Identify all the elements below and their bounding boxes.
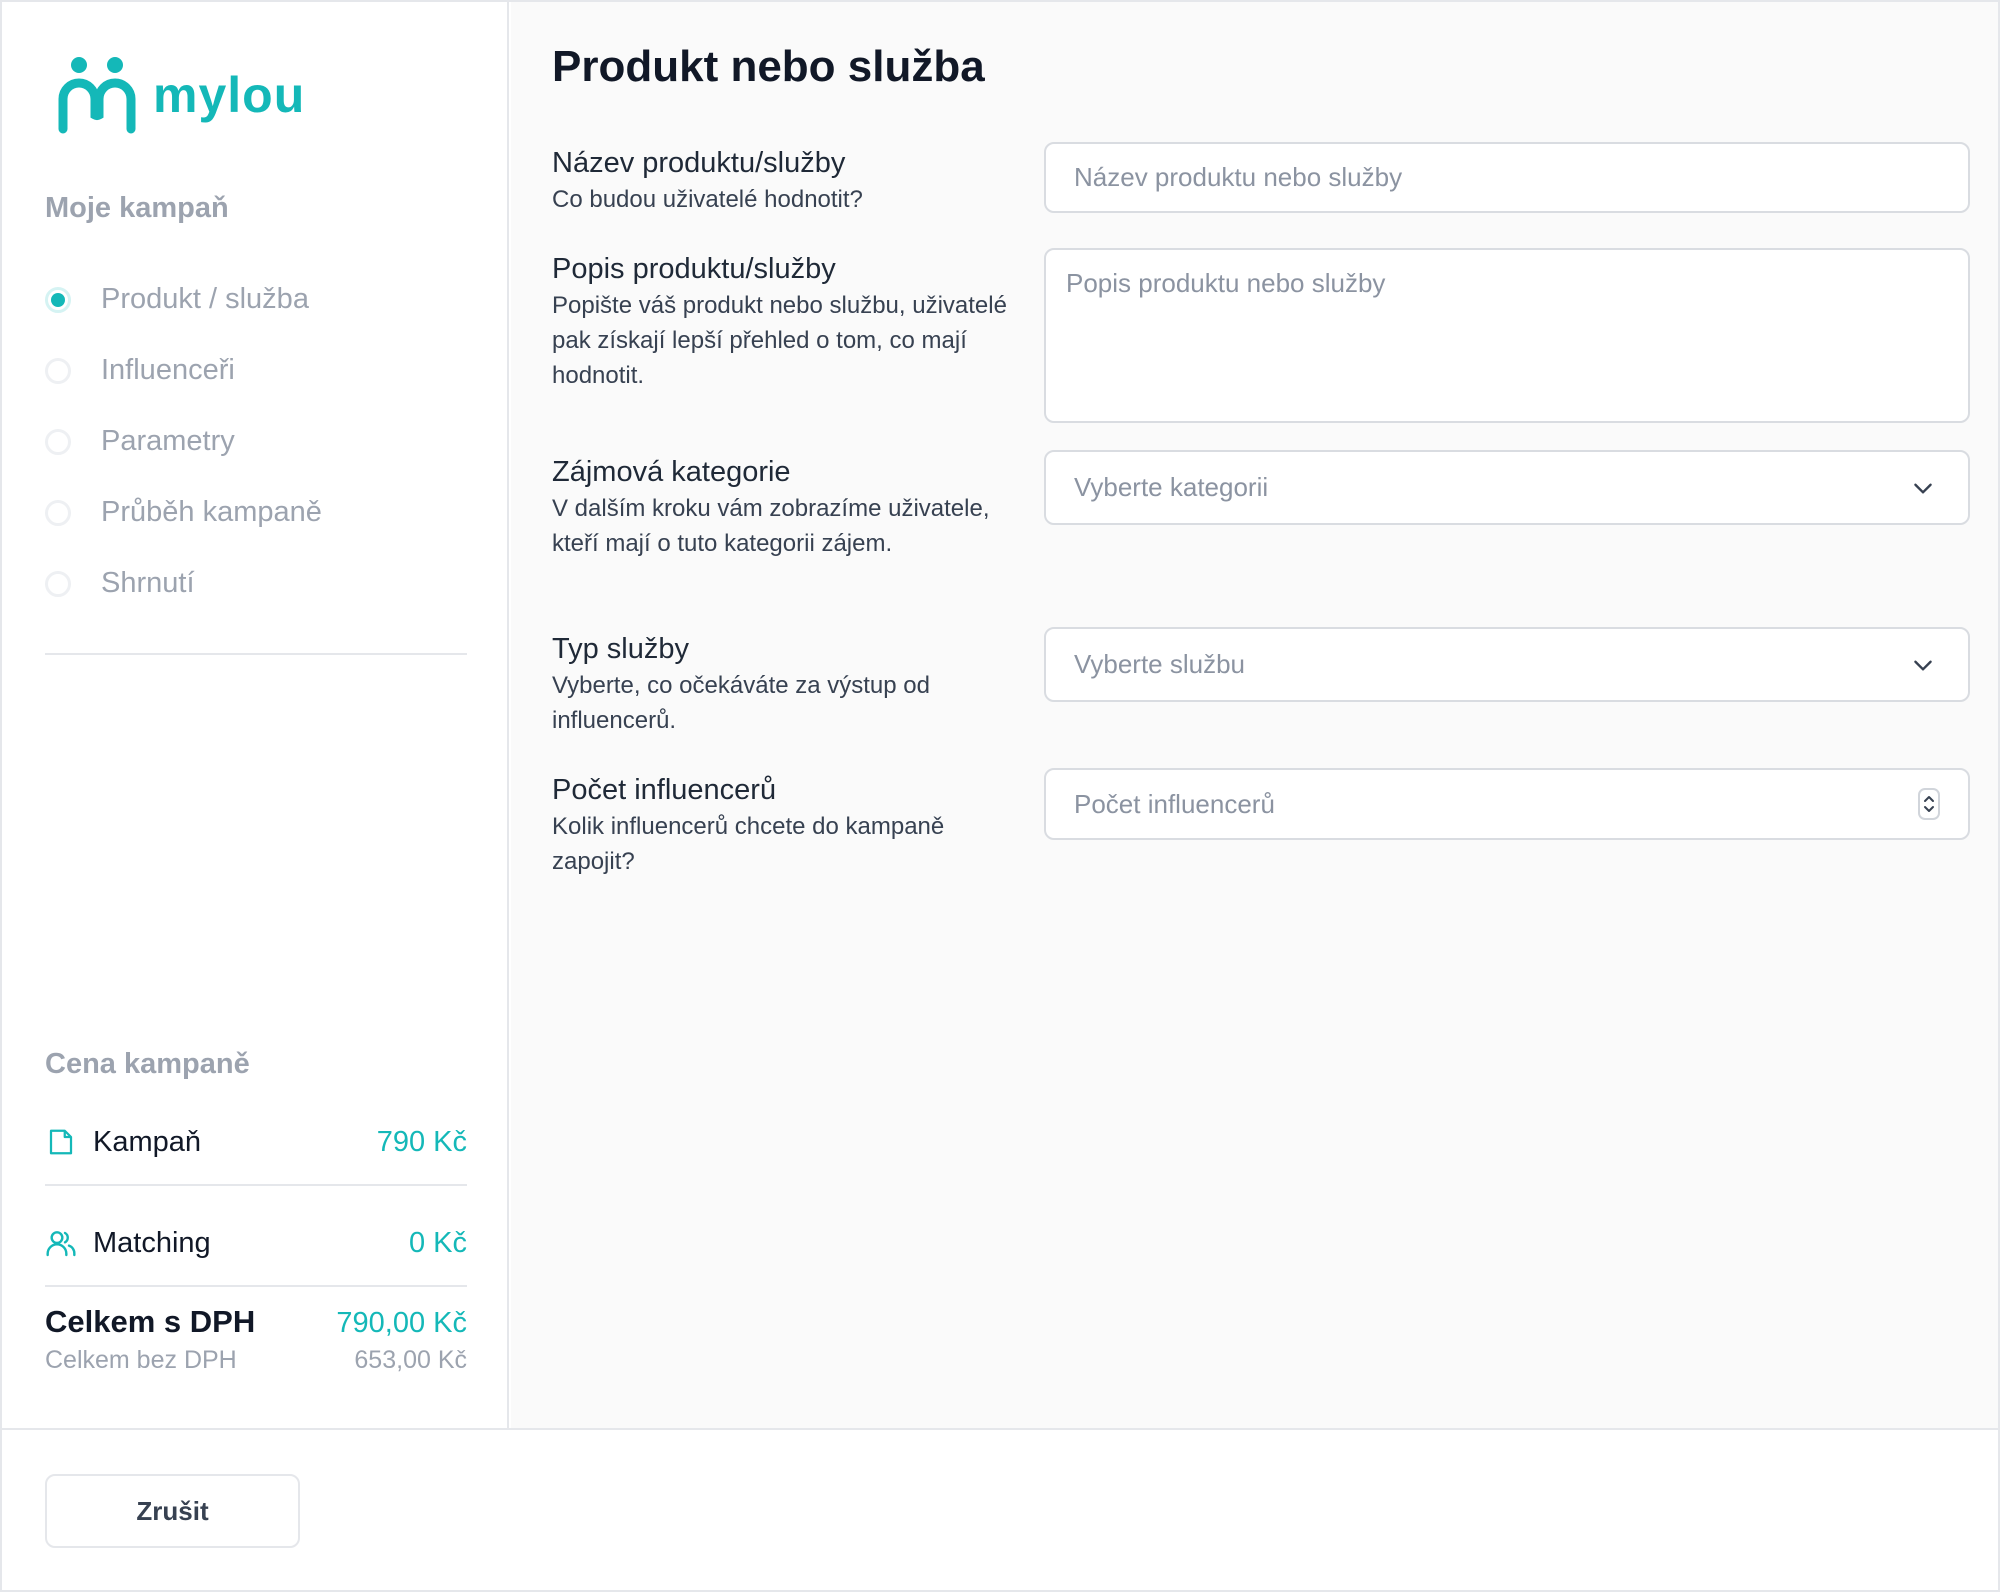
chevron-down-icon [1914,660,1932,671]
brand-name: mylou [153,66,306,123]
logo-mark-icon [58,56,136,133]
step-label: Průběh kampaně [101,496,322,528]
total-with-vat-row: Celkem s DPH 790,00 Kč [45,1304,467,1340]
field-description: Popište váš produkt nebo službu, uživate… [552,292,1007,389]
step-indicator-active [45,286,71,313]
step-campaign-progress[interactable]: Průběh kampaně [45,477,465,548]
field-description: Co budou uživatelé hodnotit? [552,186,863,213]
brand-logo: mylou [57,52,317,137]
input-placeholder: Počet influencerů [1074,788,1275,819]
subtotal-label: Celkem bez DPH [45,1346,237,1374]
service-type-select[interactable]: Vyberte službu [1044,627,1970,702]
price-divider [45,1184,467,1186]
step-product-service[interactable]: Produkt / služba [45,264,465,335]
main-content: Produkt nebo služba Název produktu/služb… [511,2,1998,1428]
step-indicator [45,357,71,384]
product-name-label: Název produktu/služby Co budou uživatelé… [552,144,1022,217]
total-without-vat-row: Celkem bez DPH 653,00 Kč [45,1346,467,1375]
service-type-label: Typ služby Vyberte, co očekáváte za výst… [552,630,1022,738]
step-influencers[interactable]: Influenceři [45,335,465,406]
field-title: Popis produktu/služby [552,253,836,285]
step-indicator [45,499,71,526]
sidebar-divider [45,653,467,655]
field-title: Počet influencerů [552,774,777,806]
field-title: Typ služby [552,633,689,665]
product-description-textarea[interactable] [1044,248,1970,423]
step-indicator [45,570,71,597]
users-icon [45,1227,77,1259]
page-title: Produkt nebo služba [552,42,985,91]
influencer-count-input[interactable]: Počet influencerů [1044,768,1970,840]
product-name-input[interactable] [1044,142,1970,213]
field-description: Vyberte, co očekáváte za výstup od influ… [552,672,930,734]
step-label: Influenceři [101,354,235,386]
price-section-title: Cena kampaně [45,1048,250,1080]
product-description-label: Popis produktu/služby Popište váš produk… [552,250,1022,393]
category-select[interactable]: Vyberte kategorii [1044,450,1970,525]
number-stepper-icon[interactable] [1918,788,1940,820]
total-value: 790,00 Kč [336,1307,467,1339]
price-value: 0 Kč [408,1226,467,1259]
field-title: Název produktu/služby [552,147,846,179]
total-label: Celkem s DPH [45,1304,256,1339]
campaign-section-title: Moje kampaň [45,192,229,224]
select-placeholder: Vyberte kategorii [1074,472,1269,502]
field-title: Zájmová kategorie [552,456,791,488]
subtotal-value: 653,00 Kč [354,1346,467,1374]
chevron-down-icon [1914,483,1932,494]
cancel-button[interactable]: Zrušit [45,1474,300,1548]
footer: Zrušit [2,1428,1998,1590]
step-label: Parametry [101,425,235,457]
step-indicator [45,428,71,455]
campaign-steps: Produkt / služba Influenceři Parametry P… [45,264,465,619]
select-placeholder: Vyberte službu [1074,649,1246,679]
field-description: V dalším kroku vám zobrazíme uživatele, … [552,495,990,557]
field-description: Kolik influencerů chcete do kampaně zapo… [552,813,945,875]
price-divider [45,1285,467,1287]
step-label: Shrnutí [101,567,195,599]
price-label: Kampaň [93,1125,202,1158]
price-row-matching: Matching 0 Kč [45,1212,467,1274]
price-label: Matching [93,1226,211,1259]
category-label: Zájmová kategorie V dalším kroku vám zob… [552,453,1022,561]
price-row-campaign: Kampaň 790 Kč [45,1111,467,1173]
sidebar: mylou Moje kampaň Produkt / služba Influ… [2,2,509,1428]
step-parameters[interactable]: Parametry [45,406,465,477]
influencer-count-label: Počet influencerů Kolik influencerů chce… [552,771,1022,879]
file-icon [45,1126,77,1158]
step-summary[interactable]: Shrnutí [45,548,465,619]
price-value: 790 Kč [376,1125,467,1158]
step-label: Produkt / služba [101,283,309,315]
